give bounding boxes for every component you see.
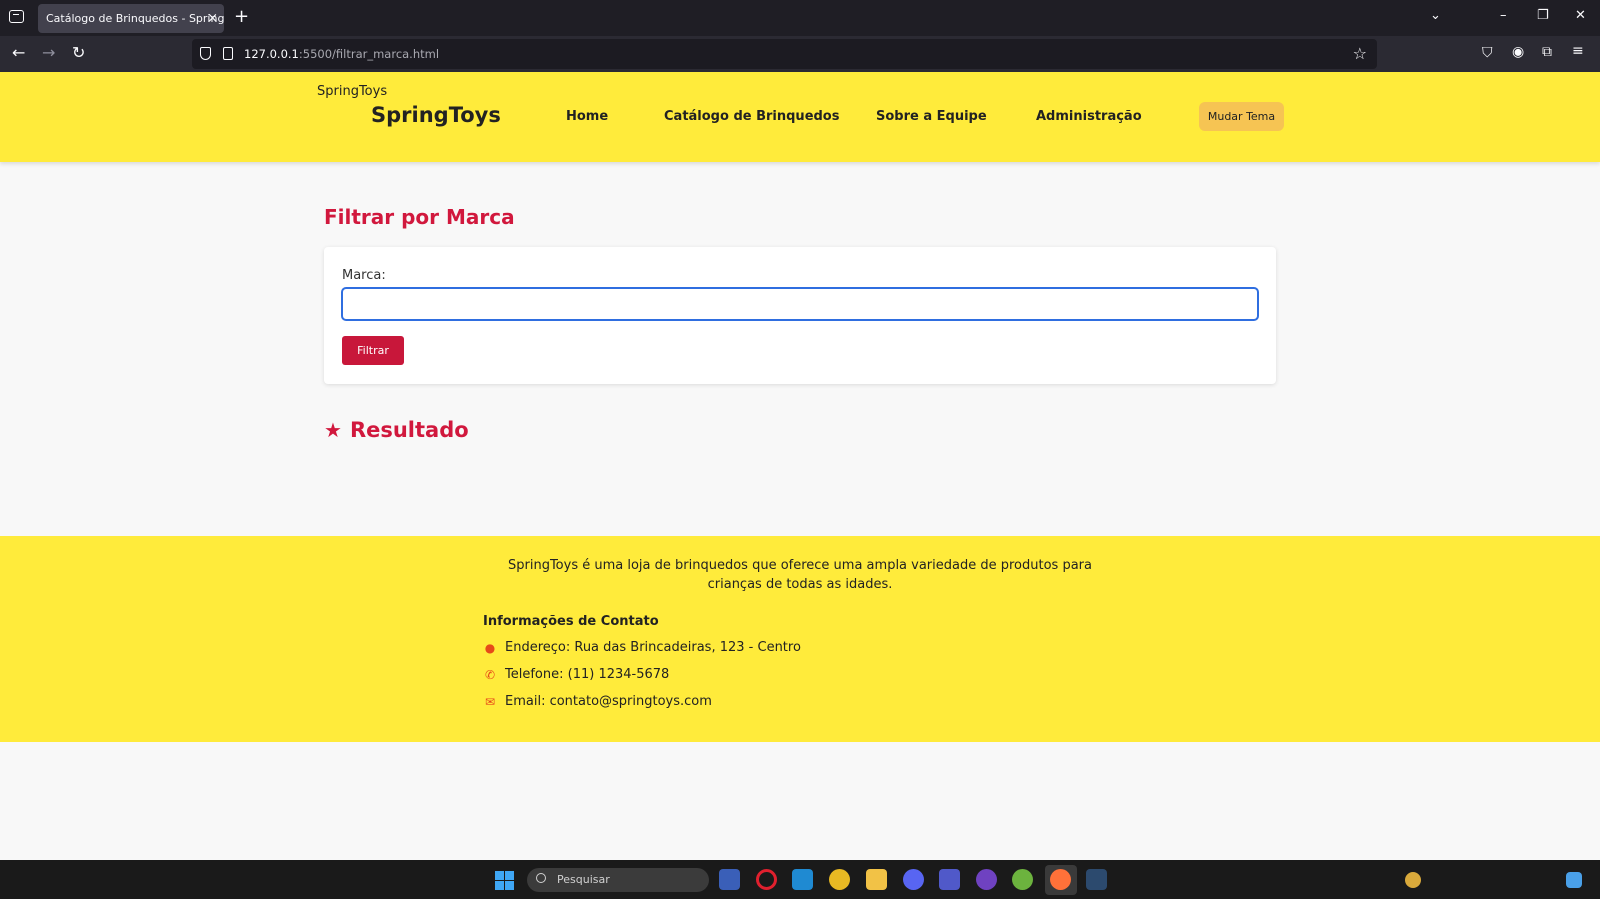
email-text: Email: contato@springtoys.com [505, 694, 712, 709]
contact-email: ✉ Email: contato@springtoys.com [483, 694, 712, 709]
star-icon: ★ [324, 418, 342, 442]
footer-about: SpringToys é uma loja de brinquedos que … [508, 558, 1092, 592]
tab-overflow-icon[interactable]: ⌄ [1430, 8, 1441, 23]
opera-icon[interactable] [756, 869, 777, 890]
map-pin-icon: ● [484, 640, 496, 655]
bookmark-star-icon[interactable]: ☆ [1353, 44, 1367, 63]
result-heading: ★ Resultado [324, 418, 469, 442]
browser-tab[interactable]: Catálogo de Brinquedos - SpringToys × [38, 4, 224, 33]
page-icon [223, 47, 233, 60]
browser-tab-bar: Catálogo de Brinquedos - SpringToys × + … [0, 0, 1600, 36]
app-icon[interactable] [1086, 869, 1107, 890]
account-icon[interactable]: ◉ [1512, 44, 1524, 60]
search-placeholder: Pesquisar [557, 873, 610, 886]
envelope-icon: ✉ [484, 694, 496, 709]
site-header: SpringToys SpringToys Home Catálogo de B… [0, 72, 1600, 162]
filter-form-card: Marca: Filtrar [324, 247, 1276, 384]
tab-title: Catálogo de Brinquedos - SpringToys [46, 12, 224, 25]
new-tab-icon[interactable]: + [234, 6, 249, 27]
address-bar[interactable]: 127.0.0.1:5500/filtrar_marca.html ☆ [192, 39, 1377, 69]
result-title: Resultado [349, 418, 469, 442]
change-theme-button[interactable]: Mudar Tema [1199, 102, 1284, 131]
menu-icon[interactable]: ≡ [1572, 43, 1584, 59]
windows-start-icon[interactable] [495, 871, 514, 890]
address-text: Endereço: Rua das Brincadeiras, 123 - Ce… [505, 640, 801, 655]
search-icon [536, 873, 546, 883]
reload-icon[interactable]: ↻ [72, 44, 85, 62]
logo-small: SpringToys [317, 84, 388, 99]
file-explorer-icon[interactable] [866, 869, 887, 890]
copilot-icon[interactable] [1566, 872, 1582, 888]
close-window-icon[interactable]: ✕ [1575, 8, 1586, 23]
brand-label: Marca: [342, 268, 386, 283]
browser-nav-bar: ← → ↻ 127.0.0.1:5500/filtrar_marca.html … [0, 36, 1600, 72]
pocket-icon[interactable]: ⛉ [1482, 45, 1493, 61]
extensions-icon[interactable]: ⧉ [1542, 44, 1552, 60]
forward-icon[interactable]: → [42, 44, 55, 62]
spring-tools-icon[interactable] [1012, 869, 1033, 890]
github-desktop-icon[interactable] [976, 869, 997, 890]
logo[interactable]: SpringToys [371, 103, 501, 127]
brand-input[interactable] [341, 287, 1259, 321]
contact-address: ● Endereço: Rua das Brincadeiras, 123 - … [483, 640, 801, 655]
minimize-icon[interactable]: – [1500, 8, 1507, 23]
phone-text: Telefone: (11) 1234-5678 [505, 667, 670, 682]
chrome-icon[interactable] [829, 869, 850, 890]
taskbar-search[interactable]: Pesquisar [527, 868, 709, 892]
contact-title: Informações de Contato [483, 614, 659, 629]
tab-list-icon[interactable] [9, 10, 24, 23]
vscode-icon[interactable] [792, 869, 813, 890]
page-title: Filtrar por Marca [324, 205, 515, 229]
teams-icon[interactable] [939, 869, 960, 890]
phone-icon: ✆ [484, 667, 496, 682]
nav-home[interactable]: Home [566, 109, 608, 124]
store-icon[interactable] [719, 869, 740, 890]
shield-icon[interactable] [200, 47, 211, 60]
url-path: :5500/filtrar_marca.html [298, 47, 440, 61]
url-text[interactable]: 127.0.0.1:5500/filtrar_marca.html [244, 47, 439, 61]
nav-team[interactable]: Sobre a Equipe [876, 109, 987, 124]
weather-icon[interactable] [1405, 872, 1421, 888]
back-icon[interactable]: ← [12, 44, 25, 62]
discord-icon[interactable] [903, 869, 924, 890]
nav-admin[interactable]: Administração [1036, 109, 1142, 124]
filter-button[interactable]: Filtrar [342, 336, 404, 365]
contact-phone: ✆ Telefone: (11) 1234-5678 [483, 667, 669, 682]
taskbar: Pesquisar [0, 860, 1600, 899]
restore-icon[interactable]: ❐ [1537, 8, 1549, 23]
site-footer: SpringToys é uma loja de brinquedos que … [0, 536, 1600, 742]
firefox-icon[interactable] [1050, 869, 1071, 890]
nav-catalog[interactable]: Catálogo de Brinquedos [664, 109, 839, 124]
tab-close-icon[interactable]: × [207, 4, 218, 33]
url-host: 127.0.0.1 [244, 47, 299, 61]
